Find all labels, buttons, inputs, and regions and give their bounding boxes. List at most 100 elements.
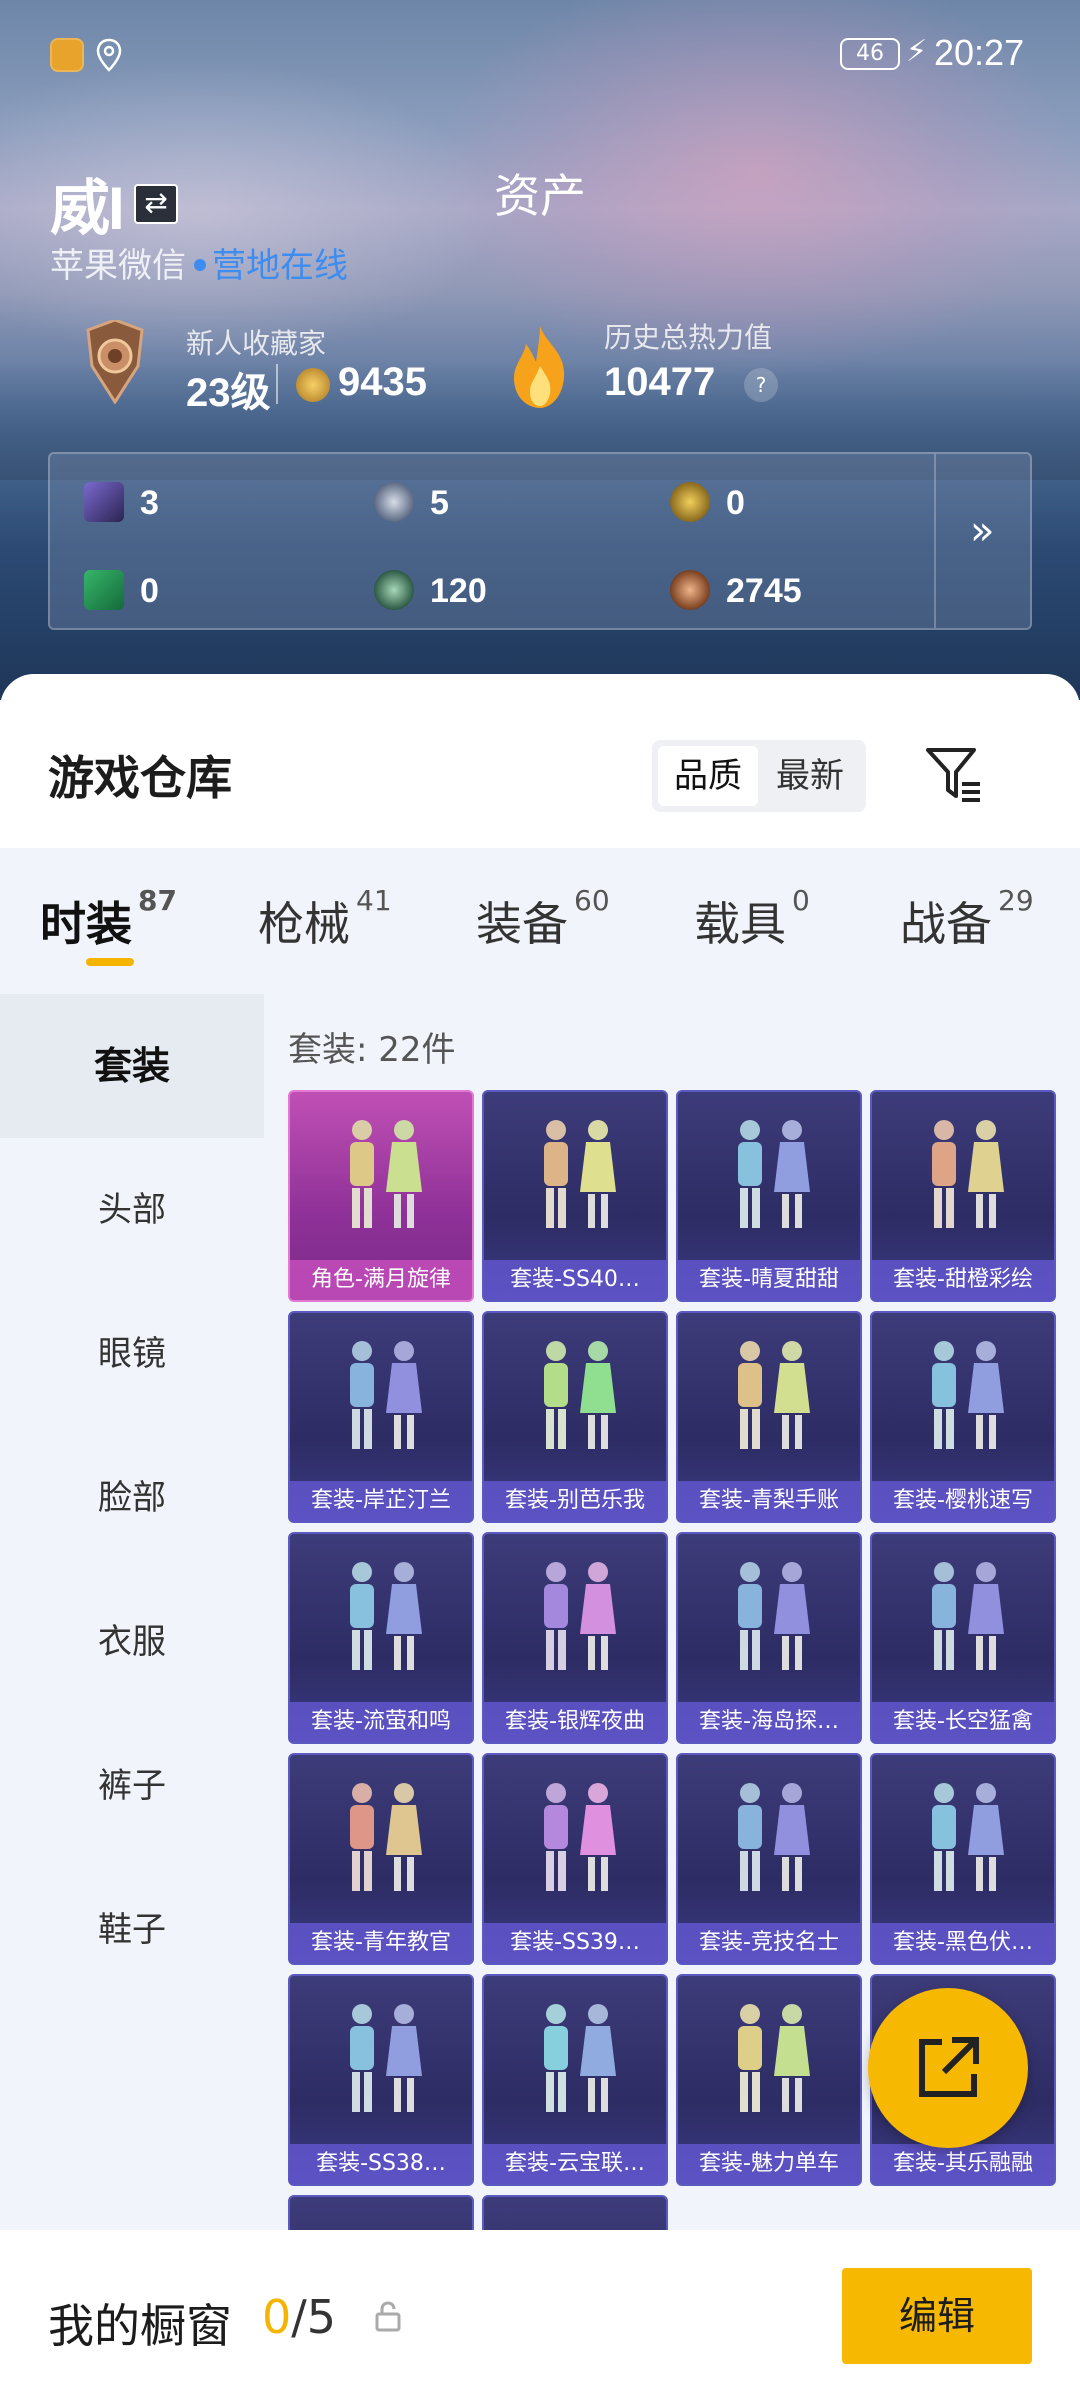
item-card[interactable] (482, 2195, 668, 2230)
item-label: 套装-长空猛禽 (872, 1702, 1054, 1742)
silver-coin-icon (374, 482, 414, 522)
item-label: 套装-SS40… (484, 1260, 666, 1300)
item-count: 套装: 22件 (288, 1030, 456, 1070)
outfit-thumbnail-icon (544, 2004, 616, 2112)
nav-glasses[interactable]: 眼镜 (0, 1282, 264, 1426)
item-label: 套装-岸芷汀兰 (290, 1481, 472, 1521)
item-label: 套装-樱桃速写 (872, 1481, 1054, 1521)
item-label: 套装-流萤和鸣 (290, 1702, 472, 1742)
online-status: 营地在线 (212, 246, 348, 286)
nav-sets[interactable]: 套装 (0, 994, 264, 1138)
outfit-thumbnail-icon (738, 1341, 810, 1449)
green-coin-icon (374, 570, 414, 610)
item-label: 套装-青年教官 (290, 1923, 472, 1963)
item-card[interactable]: 套装-岸芷汀兰 (288, 1311, 474, 1523)
item-card[interactable]: 套装-海岛探… (676, 1532, 862, 1744)
gold-coin-icon (670, 482, 710, 522)
divider (276, 364, 278, 404)
item-label: 套装-SS39… (484, 1923, 666, 1963)
rank-medal-icon (86, 320, 144, 404)
tab-supplies[interactable]: 战备 29 (900, 884, 1034, 954)
location-icon (96, 38, 122, 72)
heat-value: 10477 (604, 360, 716, 404)
item-card[interactable]: 套装-别芭乐我 (482, 1311, 668, 1523)
item-card[interactable]: 套装-流萤和鸣 (288, 1532, 474, 1744)
item-card[interactable]: 套装-魅力单车 (676, 1974, 862, 2186)
divider (934, 454, 936, 628)
nav-face[interactable]: 脸部 (0, 1426, 264, 1570)
item-label: 套装-竞技名士 (678, 1923, 860, 1963)
share-icon (919, 2037, 979, 2097)
item-label: 套装-魅力单车 (678, 2144, 860, 2184)
outfit-thumbnail-icon (932, 1562, 1004, 1670)
item-card[interactable]: 角色-满月旋律 (288, 1090, 474, 1302)
item-label: 套装-黑色伏… (872, 1923, 1054, 1963)
subcategory-nav: 套装 头部 眼镜 脸部 衣服 裤子 鞋子 (0, 994, 264, 2230)
outfit-thumbnail-icon (350, 1783, 422, 1891)
item-card[interactable]: 套装-青梨手账 (676, 1311, 862, 1523)
item-card[interactable]: 套装-竞技名士 (676, 1753, 862, 1965)
bronze-coin-icon (670, 570, 710, 610)
item-card[interactable]: 套装-SS40… (482, 1090, 668, 1302)
tab-fashion[interactable]: 时装 87 (40, 884, 177, 954)
outfit-thumbnail-icon (350, 1120, 422, 1228)
showcase-count: 0/5 (262, 2290, 337, 2344)
item-card[interactable]: 套装-云宝联… (482, 1974, 668, 2186)
currency-panel[interactable]: 3 5 0 0 120 2745 » (48, 452, 1032, 630)
outfit-thumbnail-icon (544, 1120, 616, 1228)
item-label: 角色-满月旋律 (290, 1260, 472, 1300)
nav-clothes[interactable]: 衣服 (0, 1570, 264, 1714)
tab-equipment[interactable]: 装备 60 (476, 884, 610, 954)
chevron-right-icon[interactable]: » (970, 508, 994, 554)
category-tabs: 时装 87 枪械 41 装备 60 载具 0 战备 29 (0, 848, 1080, 994)
account-name: 苹果微信 (50, 246, 186, 286)
item-label: 套装-银辉夜曲 (484, 1702, 666, 1742)
nav-shoes[interactable]: 鞋子 (0, 1858, 264, 2002)
help-icon[interactable]: ? (744, 368, 778, 402)
points-coin-icon (296, 368, 330, 402)
tab-vehicles[interactable]: 载具 0 (694, 884, 810, 954)
item-card[interactable]: 套装-SS39… (482, 1753, 668, 1965)
card-icon (84, 482, 124, 522)
outfit-thumbnail-icon (350, 1341, 422, 1449)
outfit-thumbnail-icon (544, 1783, 616, 1891)
sort-quality[interactable]: 品质 (658, 746, 758, 806)
nav-head[interactable]: 头部 (0, 1138, 264, 1282)
item-card[interactable]: 套装-青年教官 (288, 1753, 474, 1965)
edit-button[interactable]: 编辑 (842, 2268, 1032, 2364)
page-title: 资产 (494, 169, 586, 223)
outfit-thumbnail-icon (738, 1783, 810, 1891)
item-card[interactable] (288, 2195, 474, 2230)
item-card[interactable]: 套装-长空猛禽 (870, 1532, 1056, 1744)
item-card[interactable]: 套装-甜橙彩绘 (870, 1090, 1056, 1302)
item-card[interactable]: 套装-晴夏甜甜 (676, 1090, 862, 1302)
outfit-thumbnail-icon (932, 1120, 1004, 1228)
online-dot (194, 259, 206, 271)
flame-icon (514, 326, 565, 408)
item-label: 套装-海岛探… (678, 1702, 860, 1742)
item-card[interactable]: 套装-SS38… (288, 1974, 474, 2186)
item-card[interactable]: 套装-银辉夜曲 (482, 1532, 668, 1744)
item-label: 套装-SS38… (290, 2144, 472, 2184)
item-label: 套装-其乐融融 (872, 2144, 1054, 2184)
outfit-thumbnail-icon (738, 1120, 810, 1228)
outfit-thumbnail-icon (350, 2004, 422, 2112)
item-label: 套装-云宝联… (484, 2144, 666, 2184)
outfit-thumbnail-icon (738, 2004, 810, 2112)
filter-icon[interactable] (924, 744, 984, 804)
share-button[interactable] (868, 1988, 1028, 2148)
collector-level: 23级 (186, 371, 271, 415)
outfit-thumbnail-icon (350, 1562, 422, 1670)
outfit-thumbnail-icon (932, 1783, 1004, 1891)
sort-toggle[interactable]: 品质 最新 (652, 740, 866, 812)
tab-guns[interactable]: 枪械 41 (258, 884, 392, 954)
item-card[interactable]: 套装-樱桃速写 (870, 1311, 1056, 1523)
item-label: 套装-甜橙彩绘 (872, 1260, 1054, 1300)
outfit-thumbnail-icon (738, 1562, 810, 1670)
nav-pants[interactable]: 裤子 (0, 1714, 264, 1858)
heat-label: 历史总热力值 (604, 321, 773, 354)
item-label: 套装-别芭乐我 (484, 1481, 666, 1521)
item-card[interactable]: 套装-黑色伏… (870, 1753, 1056, 1965)
sort-newest[interactable]: 最新 (760, 746, 860, 806)
outfit-thumbnail-icon (932, 1341, 1004, 1449)
